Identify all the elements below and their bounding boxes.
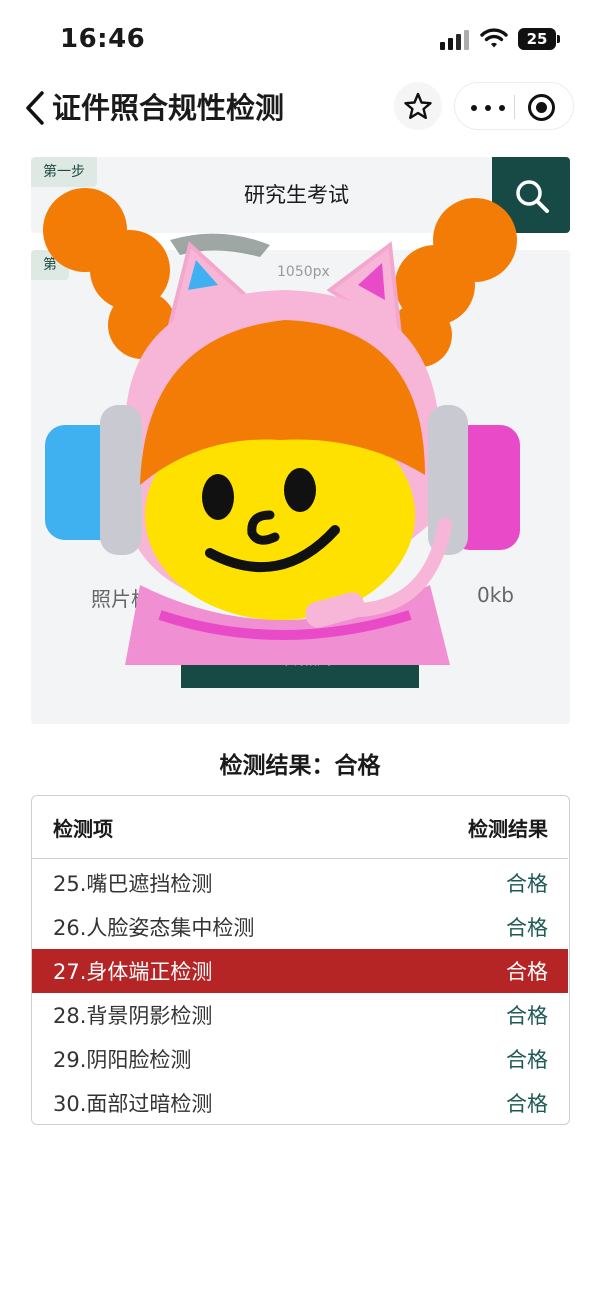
menu-capsule: [454, 82, 574, 130]
nav-bar: 证件照合规性检测: [0, 80, 600, 136]
status-time: 16:46: [60, 24, 146, 54]
row-item-name: 27.身体端正检测: [53, 960, 213, 984]
row-item-status: 合格: [506, 1048, 548, 1072]
table-row: 26.人脸姿态集中检测 合格: [32, 905, 568, 949]
target-icon[interactable]: [528, 94, 555, 121]
status-bar: 16:46 25: [0, 0, 600, 80]
battery-tip: [557, 35, 560, 43]
column-header-item: 检测项: [53, 817, 113, 841]
capsule-divider: [514, 95, 515, 119]
battery-icon: 25: [518, 28, 556, 50]
result-heading: 检测结果：合格: [219, 753, 381, 779]
row-item-name: 28.背景阴影检测: [53, 1004, 213, 1028]
table-row: 28.背景阴影检测 合格: [32, 993, 568, 1037]
row-item-status: 合格: [506, 1092, 548, 1116]
column-header-result: 检测结果: [468, 817, 548, 841]
star-icon: [404, 92, 432, 119]
table-row: 25.嘴巴遮挡检测 合格: [32, 861, 568, 905]
row-item-status: 合格: [506, 916, 548, 940]
table-row: 29.阴阳脸检测 合格: [32, 1037, 568, 1081]
signal-icon: [440, 28, 470, 50]
cartoon-sticker-image: [43, 188, 520, 665]
result-table: 检测项 检测结果 25.嘴巴遮挡检测 合格 26.人脸姿态集中检测 合格 27.…: [31, 795, 570, 1125]
row-item-status: 合格: [506, 960, 548, 984]
more-icon[interactable]: [471, 105, 505, 111]
row-item-status: 合格: [506, 872, 548, 896]
back-arrow-icon[interactable]: [22, 88, 48, 128]
row-item-status: 合格: [506, 1004, 548, 1028]
row-item-name: 26.人脸姿态集中检测: [53, 916, 255, 940]
favorite-button[interactable]: [394, 82, 442, 130]
table-header: 检测项 检测结果: [32, 796, 568, 859]
row-item-name: 25.嘴巴遮挡检测: [53, 872, 213, 896]
table-row: 30.面部过暗检测 合格: [32, 1081, 568, 1124]
row-item-name: 29.阴阳脸检测: [53, 1048, 192, 1072]
table-row-highlighted: 27.身体端正检测 合格: [32, 949, 568, 993]
row-item-name: 30.面部过暗检测: [53, 1092, 213, 1116]
page-title: 证件照合规性检测: [52, 91, 285, 125]
wifi-icon: [480, 28, 508, 48]
